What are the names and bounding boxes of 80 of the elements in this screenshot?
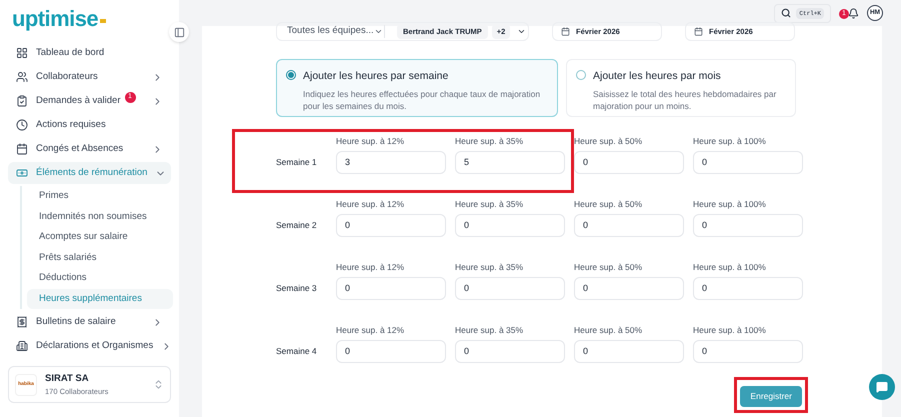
- field-label: Heure sup. à 100%: [693, 198, 767, 211]
- caret-icon: [374, 27, 383, 36]
- mode-title: Ajouter les heures par semaine: [303, 69, 450, 84]
- field-label: Heure sup. à 100%: [693, 135, 767, 148]
- field-label: Heure sup. à 50%: [574, 135, 644, 148]
- sidebar-item[interactable]: Bulletins de salaire: [8, 311, 171, 333]
- hours-input[interactable]: 0: [693, 150, 803, 174]
- week-label: Semaine 3: [276, 282, 318, 295]
- sidebar-item[interactable]: Actions requises: [8, 114, 171, 136]
- receipt-icon: [16, 316, 28, 328]
- field-label: Heure sup. à 12%: [336, 135, 406, 148]
- hours-input[interactable]: 0: [693, 214, 803, 237]
- week-label: Semaine 2: [276, 218, 318, 232]
- hours-input[interactable]: 0: [574, 340, 684, 363]
- field-label: Heure sup. à 35%: [455, 261, 524, 274]
- mode-option-card[interactable]: Ajouter les heures par semaine Indiquez les heures effectuées pour chaque taux de majoration pour les semaines du mois.: [276, 59, 558, 117]
- submenu-item[interactable]: Prêts salariés: [27, 248, 173, 268]
- hours-input[interactable]: 0: [336, 340, 446, 363]
- calendar-icon: [694, 27, 703, 36]
- hours-input[interactable]: 0: [455, 214, 565, 237]
- submenu-item[interactable]: Déductions: [27, 268, 173, 288]
- company-name: SIRAT SA: [45, 372, 90, 386]
- flag-icon: [100, 19, 106, 23]
- submenu-item[interactable]: Heures supplémentaires: [27, 288, 173, 309]
- collapse-sidebar-button[interactable]: [169, 22, 189, 42]
- hours-input[interactable]: 3: [336, 150, 446, 174]
- calendar-icon: [561, 27, 570, 36]
- sidebar-item[interactable]: Éléments de rémunération: [8, 162, 171, 184]
- chat-button[interactable]: [869, 374, 895, 400]
- hours-input[interactable]: 0: [693, 276, 803, 300]
- hours-input[interactable]: 0: [574, 214, 684, 237]
- hours-input[interactable]: 0: [336, 276, 446, 300]
- hours-input[interactable]: 0: [336, 214, 446, 237]
- field-label: Heure sup. à 50%: [574, 198, 644, 211]
- mode-description: Saisissez le total des heures hebdomadaires par majoration pour un moins.: [593, 88, 778, 112]
- switch-icon: [153, 379, 164, 390]
- chat-icon: [876, 381, 888, 393]
- week-label: Semaine 1: [276, 156, 318, 169]
- submenu-item[interactable]: Indemnités non soumises: [27, 206, 173, 227]
- banknote-icon: [16, 167, 28, 179]
- sidebar-item[interactable]: Déclarations et Organismes: [8, 335, 171, 357]
- field-label: Heure sup. à 35%: [455, 135, 524, 148]
- hours-input[interactable]: 0: [455, 276, 565, 300]
- hours-input[interactable]: 0: [574, 150, 684, 174]
- sidebar-item[interactable]: Congés et Absences: [8, 138, 171, 160]
- clipboard-check-icon: [16, 95, 28, 107]
- team-select[interactable]: Toutes les équipes...: [277, 25, 385, 38]
- calendar-icon: [16, 143, 28, 155]
- week-label: Semaine 4: [276, 344, 318, 358]
- radio-button[interactable]: [286, 70, 296, 80]
- mode-option-card[interactable]: Ajouter les heures par mois Saisissez le total des heures hebdomadaires par majoration pour un moins.: [566, 59, 796, 117]
- field-label: Heure sup. à 35%: [455, 324, 524, 337]
- field-label: Heure sup. à 100%: [693, 261, 767, 274]
- building-icon: [16, 340, 28, 352]
- submenu-item[interactable]: Primes: [27, 186, 173, 206]
- people-icon: [16, 71, 28, 83]
- field-label: Heure sup. à 100%: [693, 324, 767, 337]
- notification-bell-icon[interactable]: [848, 8, 859, 18]
- sidebar-toggle-icon: [174, 26, 184, 38]
- mode-description: Indiquez les heures effectuées pour chaque taux de majoration pour les semaines du mois.: [303, 88, 542, 112]
- field-label: Heure sup. à 12%: [336, 324, 406, 337]
- field-label: Heure sup. à 50%: [574, 324, 644, 337]
- sidebar-item[interactable]: Collaborateurs: [8, 66, 171, 88]
- submenu-item[interactable]: Acomptes sur salaire: [27, 227, 173, 248]
- field-label: Heure sup. à 50%: [574, 261, 644, 274]
- radio-button[interactable]: [576, 70, 586, 80]
- hours-input[interactable]: 0: [574, 276, 684, 300]
- hours-input[interactable]: 0: [693, 340, 803, 363]
- grid-icon: [16, 47, 28, 59]
- field-label: Heure sup. à 12%: [336, 198, 406, 211]
- clock-icon: [16, 119, 28, 131]
- caret-icon: [517, 27, 526, 36]
- hours-input[interactable]: 5: [455, 150, 565, 174]
- logo: uptimise: [12, 8, 98, 30]
- field-label: Heure sup. à 12%: [336, 261, 406, 274]
- field-label: Heure sup. à 35%: [455, 198, 524, 211]
- mode-title: Ajouter les heures par mois: [593, 69, 722, 84]
- hours-input[interactable]: 0: [455, 340, 565, 363]
- search-icon: [781, 8, 792, 18]
- sidebar-item[interactable]: Tableau de bord: [8, 42, 171, 64]
